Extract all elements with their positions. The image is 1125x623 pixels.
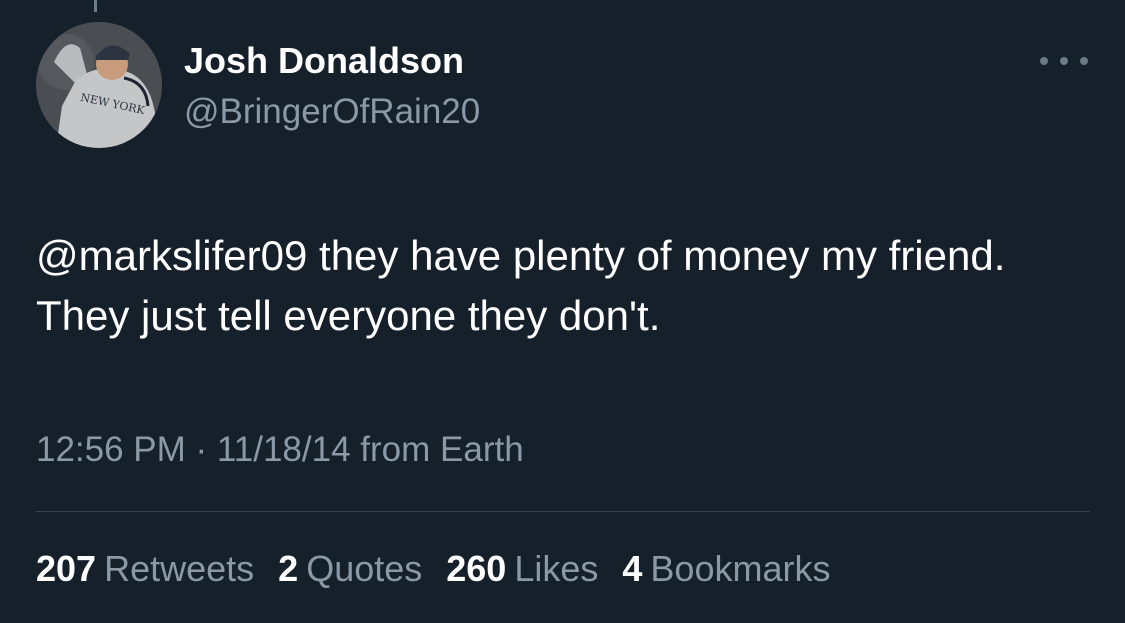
quotes-count: 2 [278,548,299,589]
retweets-count: 207 [36,548,97,589]
more-horizontal-icon [1040,57,1048,65]
retweets-label: Retweets [104,548,255,589]
avatar[interactable]: NEW YORK [36,22,162,148]
tweet-stats: 207 Retweets 2 Quotes 260 Likes 4 Bookmarks [36,548,830,590]
mention-link[interactable]: @markslifer09 [36,232,307,279]
retweets-stat[interactable]: 207 Retweets [36,548,254,590]
bookmarks-label: Bookmarks [650,548,831,589]
divider [36,511,1090,512]
likes-stat[interactable]: 260 Likes [446,548,598,590]
avatar-image: NEW YORK [36,22,162,148]
quotes-label: Quotes [306,548,423,589]
thread-connector [94,0,97,12]
tweet-card: NEW YORK Josh Donaldson @BringerOfRain20… [0,0,1125,623]
tweet-timestamp[interactable]: 12:56 PM · 11/18/14 from Earth [36,430,524,470]
likes-count: 260 [446,548,507,589]
tweet-text: @markslifer09 they have plenty of money … [36,226,1096,346]
quotes-stat[interactable]: 2 Quotes [278,548,422,590]
bookmarks-stat[interactable]: 4 Bookmarks [622,548,830,590]
more-horizontal-icon-dot [1080,57,1088,65]
more-horizontal-icon-dot [1060,57,1068,65]
author-handle[interactable]: @BringerOfRain20 [184,92,480,132]
bookmarks-count: 4 [622,548,643,589]
more-options-button[interactable] [1040,46,1088,76]
author-name[interactable]: Josh Donaldson [184,40,464,82]
likes-label: Likes [514,548,599,589]
